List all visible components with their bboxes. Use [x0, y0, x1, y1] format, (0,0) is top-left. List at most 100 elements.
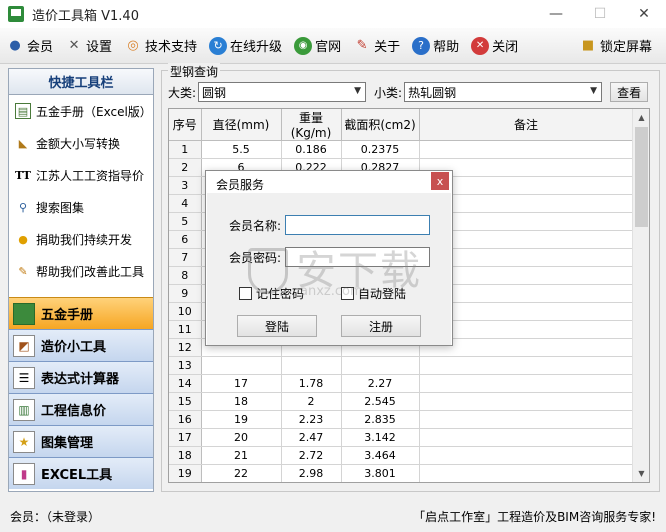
nav-excel-tools[interactable]: ▮ EXCEL工具 [9, 457, 153, 489]
table-cell: 5.5 [201, 140, 282, 159]
table-cell [419, 356, 634, 375]
row-number-cell: 18 [169, 446, 202, 465]
minimize-button[interactable]: — [534, 0, 578, 28]
nav-expression-calculator[interactable]: ☰ 表达式计算器 [9, 361, 153, 393]
view-button[interactable]: 查看 [610, 82, 649, 102]
vertical-scrollbar[interactable]: ▲ ▼ [632, 109, 649, 482]
row-number-cell: 19 [169, 464, 202, 482]
user-icon: ● [9, 38, 21, 53]
tool-item-label: 帮助我们改善此工具 [36, 264, 145, 279]
dialog-close-button[interactable]: x [431, 172, 449, 190]
about-button[interactable]: ✎ 关于 [347, 31, 406, 61]
table-cell: 3.801 [341, 464, 420, 482]
table-row[interactable]: 19 22 2.98 3.801 [169, 464, 634, 482]
maximize-button[interactable]: ☐ [578, 0, 622, 28]
register-button[interactable]: 注册 [341, 315, 421, 337]
table-cell: 20 [201, 428, 282, 447]
close-button[interactable]: ✕ [622, 0, 666, 28]
calculator-icon: ☰ [13, 366, 35, 389]
column-header[interactable]: 重量(Kg/m) [281, 109, 342, 141]
window-title: 造价工具箱 V1.40 [32, 8, 139, 24]
login-button[interactable]: 登陆 [237, 315, 317, 337]
lock-screen-button[interactable]: ■ 锁定屏幕 [573, 31, 658, 61]
help-icon: ? [412, 36, 431, 55]
table-cell [341, 356, 420, 375]
table-row[interactable]: 13 [169, 356, 634, 375]
search-icon: ⚲ [18, 200, 28, 214]
table-row[interactable]: 16 19 2.23 2.835 [169, 410, 634, 429]
table-row[interactable]: 18 21 2.72 3.464 [169, 446, 634, 465]
website-button[interactable]: ◉ 官网 [288, 31, 347, 61]
table-icon: ▤ [15, 103, 31, 119]
main-toolbar: ● 会员 ✕ 设置 ◎ 技术支持 ↻ 在线升级 ◉ 官网 ✎ 关于 ? 帮助 ✕… [0, 28, 666, 64]
website-label: 官网 [315, 40, 342, 55]
nav-engineering-price[interactable]: ▥ 工程信息价 [9, 393, 153, 425]
nav-label: 图集管理 [41, 436, 94, 451]
row-number-cell: 12 [169, 338, 202, 357]
tool-item-wage-guide[interactable]: TT 江苏人工工资指导价 [9, 159, 153, 191]
window-controls: — ☐ ✕ [534, 0, 666, 28]
tool-item-hardware-excel[interactable]: ▤ 五金手册（Excel版） [9, 95, 153, 127]
table-cell: 3.464 [341, 446, 420, 465]
scrollbar-thumb[interactable] [635, 127, 648, 227]
table-cell: 19 [201, 410, 282, 429]
row-number-cell: 10 [169, 302, 202, 321]
watermark: 安下载 anxz.com [248, 234, 438, 308]
table-cell: 2.98 [281, 464, 342, 482]
nav-atlas-management[interactable]: ★ 图集管理 [9, 425, 153, 457]
refresh-icon: ↻ [209, 36, 228, 55]
column-header[interactable]: 备注 [419, 109, 634, 141]
table-cell: 3.142 [341, 428, 420, 447]
tool-item-amount-convert[interactable]: ◣ 金额大小写转换 [9, 127, 153, 159]
column-header[interactable]: 直径(mm) [201, 109, 282, 141]
help-button[interactable]: ? 帮助 [406, 31, 465, 61]
settings-button[interactable]: ✕ 设置 [59, 31, 118, 61]
table-cell: 2.545 [341, 392, 420, 411]
table-row[interactable]: 15 18 2 2.545 [169, 392, 634, 411]
tool-item-feedback[interactable]: ✎ 帮助我们改善此工具 [9, 255, 153, 287]
quick-toolbar-panel: 快捷工具栏 ▤ 五金手册（Excel版） ◣ 金额大小写转换 TT 江苏人工工资… [8, 68, 154, 492]
category-value: 圆钢 [202, 85, 227, 100]
scroll-up-icon[interactable]: ▲ [633, 109, 649, 126]
tool-item-label: 捐助我们持续开发 [36, 232, 133, 247]
column-header[interactable]: 序号 [169, 109, 202, 141]
member-button[interactable]: ● 会员 [0, 31, 59, 61]
tool-item-search-atlas[interactable]: ⚲ 搜索图集 [9, 191, 153, 223]
username-field[interactable] [285, 215, 430, 235]
globe-icon: ◉ [294, 36, 313, 55]
nav-label: 造价小工具 [41, 340, 107, 355]
exit-label: 关闭 [492, 40, 519, 55]
table-cell [419, 392, 634, 411]
column-header[interactable]: 截面积(cm2) [341, 109, 420, 141]
table-cell: 2.72 [281, 446, 342, 465]
table-cell: 4.155 [341, 483, 419, 484]
filter-row: 大类: 圆钢 ▼ 小类: 热轧圆钢 ▼ 查看 [168, 81, 654, 103]
upgrade-button[interactable]: ↻ 在线升级 [203, 31, 288, 61]
tool-item-label: 五金手册（Excel版） [36, 104, 152, 119]
support-label: 技术支持 [145, 40, 198, 55]
chevron-down-icon: ▼ [354, 86, 362, 96]
tool-item-donate[interactable]: ● 捐助我们持续开发 [9, 223, 153, 255]
tool-item-label: 金额大小写转换 [36, 136, 121, 151]
nav-menu: 五金手册 ◩ 造价小工具 ☰ 表达式计算器 ▥ 工程信息价 ★ 图集管理 ▮ E… [9, 297, 153, 489]
wrench-icon: ✕ [68, 38, 80, 53]
nav-label: 五金手册 [41, 308, 94, 323]
group-title: 型钢查询 [168, 63, 221, 80]
category-select[interactable]: 圆钢 ▼ [198, 82, 367, 102]
dialog-title: 会员服务 [216, 178, 265, 192]
table-row[interactable]: 17 20 2.47 3.142 [169, 428, 634, 447]
table-row[interactable]: 1 5.5 0.186 0.2375 [169, 140, 634, 159]
table-cell [419, 374, 634, 393]
exit-button[interactable]: ✕ 关闭 [465, 31, 524, 61]
support-button[interactable]: ◎ 技术支持 [118, 31, 203, 61]
subcategory-select[interactable]: 热轧圆钢 ▼ [404, 82, 603, 102]
table-row[interactable]: 20233.264.155 [169, 483, 633, 484]
table-header-row: 序号 直径(mm) 重量(Kg/m) 截面积(cm2) 备注 [169, 109, 634, 141]
scroll-down-icon[interactable]: ▼ [633, 465, 649, 482]
table-row[interactable]: 14 17 1.78 2.27 [169, 374, 634, 393]
table-cell [419, 464, 634, 482]
medal-icon: ● [18, 232, 28, 246]
row-number-cell: 6 [169, 230, 202, 249]
nav-cost-tools[interactable]: ◩ 造价小工具 [9, 329, 153, 361]
nav-hardware-handbook[interactable]: 五金手册 [9, 297, 153, 329]
